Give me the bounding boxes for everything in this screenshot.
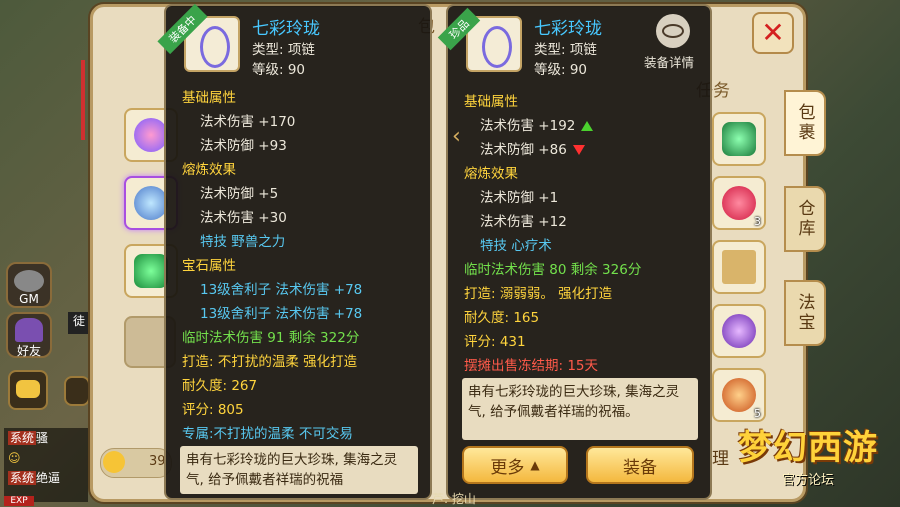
special-skill: 特技 心疗术 <box>480 238 552 254</box>
refine-stat: 法术防御 +5 <box>200 186 279 202</box>
equip-button-label: 装备 <box>623 457 657 478</box>
durability: 耐久度: 267 <box>182 378 258 394</box>
gm-avatar-icon <box>14 270 44 292</box>
more-button-label: 更多 <box>490 457 525 478</box>
gm-label: GM <box>19 292 39 306</box>
inventory-slot[interactable] <box>712 304 766 358</box>
necklace-icon <box>200 26 230 68</box>
item-count: 5 <box>754 407 761 420</box>
refine-effect-header: 熔炼效果 <box>464 166 518 182</box>
chat-message: 绝逼 <box>36 471 61 485</box>
candy-item-icon <box>722 186 756 220</box>
stat-decrease-icon <box>572 145 585 155</box>
item-type: 类型: 项链 <box>252 42 315 58</box>
flower-item-icon <box>134 118 168 152</box>
money-bar: 39 <box>100 448 172 478</box>
base-stat: 法术防御 +93 <box>200 138 287 154</box>
compare-item-tooltip: 珍品 七彩玲珑 类型: 项链 等级: 90 装备详情 ‹ 基础属性 法术伤害 +… <box>437 4 712 500</box>
exp-label: EXP <box>4 496 34 506</box>
location-text-partial: 芦: 挖山 <box>432 492 476 506</box>
close-button[interactable]: ✕ <box>752 12 794 54</box>
orb-item-icon <box>722 314 756 348</box>
base-stat-row: 法术防御 +86 <box>480 138 585 158</box>
logo-subtitle: 官方论坛 <box>782 473 835 488</box>
food-bowl-icon <box>722 378 756 412</box>
chat-message: 骚 <box>36 431 49 445</box>
base-stat: 法术伤害 +192 <box>480 118 576 134</box>
item-level: 等级: 90 <box>252 62 306 78</box>
inventory-slot[interactable] <box>712 240 766 294</box>
jade-bracelet-icon <box>722 122 756 156</box>
forge-info: 打造: 溺弱弱。 强化打造 <box>464 286 613 302</box>
chevron-left-icon[interactable]: ‹ <box>452 124 461 149</box>
item-name: 七彩玲珑 <box>534 19 602 39</box>
tab-bag[interactable]: 包裹 <box>784 90 826 156</box>
item-name: 七彩玲珑 <box>252 19 320 39</box>
chat-channel-tag: 系统 <box>8 431 37 445</box>
logo-title: 梦幻西游 <box>738 428 878 468</box>
refine-stat: 法术防御 +1 <box>480 190 559 206</box>
coin-icon <box>103 451 125 473</box>
friends-label: 好友 <box>16 344 41 358</box>
gem-stat: 13级舍利子 法术伤害 +78 <box>200 282 363 298</box>
item-count: 3 <box>754 215 761 228</box>
more-button[interactable]: 更多 ▲ <box>462 446 568 484</box>
exclusive-info: 专属:不打扰的温柔 不可交易 <box>182 426 353 442</box>
stat-increase-icon <box>581 121 594 131</box>
base-stat: 法术伤害 +170 <box>200 114 296 130</box>
rare-ribbon: 珍品 <box>437 7 494 51</box>
chat-button[interactable] <box>8 370 48 410</box>
base-attributes-header: 基础属性 <box>464 94 518 110</box>
base-stat-row: 法术伤害 +192 <box>480 114 594 134</box>
refine-stat: 法术伤害 +30 <box>200 210 287 226</box>
inventory-slot[interactable]: 5 <box>712 368 766 422</box>
equip-button[interactable]: 装备 <box>586 446 694 484</box>
item-description: 串有七彩玲珑的巨大珍珠, 集海之灵气, 给予佩戴者祥瑞的祝福。 <box>462 378 698 440</box>
equipment-details-button[interactable]: 装备详情 <box>644 52 694 71</box>
tab-treasure[interactable]: 法宝 <box>784 280 826 346</box>
refine-stat: 法术伤害 +12 <box>480 214 567 230</box>
refine-effect-header: 熔炼效果 <box>182 162 236 178</box>
item-level: 等级: 90 <box>534 62 588 78</box>
bracelet-item-icon <box>134 254 168 288</box>
eye-icon[interactable] <box>656 14 690 48</box>
close-icon: ✕ <box>761 16 785 49</box>
emoji-icon: ☺ <box>8 451 21 465</box>
gem-stat: 13级舍利子 法术伤害 +78 <box>200 306 363 322</box>
score: 评分: 805 <box>182 402 244 418</box>
scroll-item-icon <box>722 250 756 284</box>
temporary-bonus: 临时法术伤害 80 剩余 326分 <box>464 262 642 278</box>
forge-info: 打造: 不打扰的温柔 强化打造 <box>182 354 358 370</box>
game-logo: 梦幻西游 官方论坛 <box>738 420 898 506</box>
equipped-item-tooltip: 装备中 七彩玲珑 类型: 项链 等级: 90 基础属性 法术伤害 +170 法术… <box>157 3 432 500</box>
chat-channel-tag: 系统 <box>8 471 37 485</box>
gem-attributes-header: 宝石属性 <box>182 258 236 274</box>
chat-bubble-icon <box>16 380 40 398</box>
gm-button[interactable]: GM <box>6 262 52 308</box>
item-description: 串有七彩玲珑的巨大珍珠, 集海之灵气, 给予佩戴者祥瑞的祝福 <box>180 446 418 494</box>
inventory-slot[interactable] <box>712 112 766 166</box>
equipped-ribbon: 装备中 <box>157 3 212 55</box>
score: 评分: 431 <box>464 334 526 350</box>
hanging-tassel-icon <box>76 60 90 170</box>
apprentice-label: 徒 <box>68 312 90 334</box>
friends-button[interactable]: 好友 <box>6 312 52 358</box>
necklace-icon <box>482 26 512 68</box>
chevron-up-icon: ▲ <box>530 458 540 472</box>
inventory-slot[interactable]: 3 <box>712 176 766 230</box>
durability: 耐久度: 165 <box>464 310 540 326</box>
necklace-item-icon <box>134 186 168 220</box>
item-type: 类型: 项链 <box>534 42 597 58</box>
tab-warehouse[interactable]: 仓库 <box>784 186 826 252</box>
special-skill: 特技 野兽之力 <box>200 234 286 250</box>
temporary-bonus: 临时法术伤害 91 剩余 322分 <box>182 330 360 346</box>
stall-freeze-period: 摆摊出售冻结期: 15天 <box>464 358 599 374</box>
voice-button[interactable] <box>64 376 90 406</box>
base-stat: 法术防御 +86 <box>480 142 567 158</box>
tidy-button-partial[interactable]: 理 <box>712 444 729 469</box>
chat-log: 系统骚 ☺ 系统 绝逼 <box>4 428 88 502</box>
base-attributes-header: 基础属性 <box>182 90 236 106</box>
wizard-hat-icon <box>15 318 43 342</box>
